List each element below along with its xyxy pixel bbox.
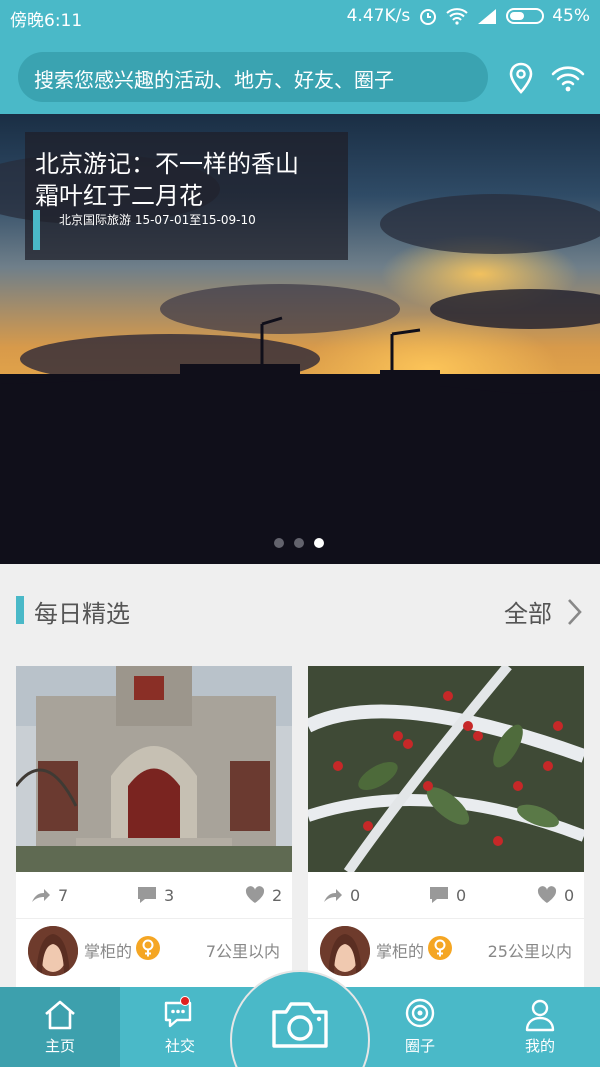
camera-icon — [272, 1002, 328, 1048]
carousel-dot-active[interactable] — [314, 538, 324, 548]
card-divider — [16, 918, 292, 919]
tab-home[interactable]: 主页 — [0, 987, 120, 1067]
share-icon — [324, 889, 342, 902]
heart-icon — [245, 886, 265, 903]
share-icon — [32, 889, 50, 902]
wifi-broadcast-icon[interactable] — [550, 60, 586, 96]
card-divider — [308, 918, 584, 919]
banner-skyline — [0, 316, 600, 564]
app-header: 搜索您感兴趣的活动、地方、好友、圈子 — [0, 34, 600, 114]
card-stats: 7 3 2 — [16, 884, 292, 912]
network-speed: 4.47K/s — [346, 6, 411, 26]
avatar[interactable] — [320, 926, 370, 976]
carousel-dot[interactable] — [274, 538, 284, 548]
like-count[interactable]: 2 — [244, 884, 282, 906]
status-right: 4.47K/s 45% — [347, 6, 590, 26]
comment-icon — [430, 887, 448, 903]
like-count[interactable]: 0 — [536, 884, 574, 906]
snow-berries-photo[interactable] — [308, 666, 584, 872]
distance-label: 25公里以内 — [487, 942, 572, 961]
card-stats: 0 0 0 — [308, 884, 584, 912]
feed-card[interactable]: 7 3 2 掌柜的 7公里以内 — [16, 666, 292, 996]
search-placeholder: 搜索您感兴趣的活动、地方、好友、圈子 — [34, 68, 394, 92]
tab-profile[interactable]: 我的 — [480, 987, 600, 1067]
user-name[interactable]: 掌柜的 — [376, 938, 424, 962]
circle-icon — [405, 998, 435, 1028]
chevron-right-icon[interactable] — [566, 598, 582, 626]
search-input[interactable]: 搜索您感兴趣的活动、地方、好友、圈子 — [18, 52, 488, 102]
user-name[interactable]: 掌柜的 — [84, 938, 132, 962]
banner-accent-bar — [33, 210, 40, 250]
distance-label: 7公里以内 — [205, 942, 280, 961]
building-photo[interactable] — [16, 666, 292, 872]
share-count[interactable]: 7 — [30, 884, 68, 906]
comment-count[interactable]: 3 — [136, 884, 174, 906]
tab-circles[interactable]: 圈子 — [360, 987, 480, 1067]
notification-badge — [180, 996, 190, 1006]
alarm-icon — [420, 9, 437, 25]
heart-icon — [537, 886, 557, 903]
section-accent-bar — [16, 596, 24, 624]
battery-level: 45% — [552, 6, 590, 26]
banner-caption[interactable]: 北京游记：不一样的香山 霜叶红于二月花 北京国际旅游 15-07-01至15-0… — [25, 132, 348, 260]
avatar[interactable] — [28, 926, 78, 976]
location-pin-icon[interactable] — [503, 60, 539, 96]
section-title: 每日精选 — [34, 600, 130, 628]
status-time: 傍晚6:11 — [10, 11, 83, 31]
banner-carousel[interactable]: 北京游记：不一样的香山 霜叶红于二月花 北京国际旅游 15-07-01至15-0… — [0, 114, 600, 564]
female-icon — [136, 936, 160, 960]
camera-button[interactable] — [230, 970, 370, 1067]
home-icon — [45, 1000, 75, 1030]
user-icon — [525, 999, 555, 1032]
status-bar: 傍晚6:11 4.47K/s 45% — [0, 0, 600, 34]
female-icon — [428, 936, 452, 960]
signal-icon — [478, 9, 497, 24]
battery-icon — [506, 8, 545, 24]
carousel-indicator — [274, 538, 324, 548]
comment-count[interactable]: 0 — [428, 884, 466, 906]
carousel-dot[interactable] — [294, 538, 304, 548]
daily-picks-header: 每日精选 全部 — [0, 564, 600, 656]
banner-title-line2: 霜叶红于二月花 — [35, 182, 203, 210]
banner-title-line1: 北京游记：不一样的香山 — [35, 150, 299, 178]
wifi-icon — [446, 8, 468, 25]
share-count[interactable]: 0 — [322, 884, 360, 906]
banner-subtitle: 北京国际旅游 15-07-01至15-09-10 — [59, 213, 256, 227]
comment-icon — [138, 887, 156, 903]
feed-card[interactable]: 0 0 0 掌柜的 25公里以内 — [308, 666, 584, 996]
view-all-link[interactable]: 全部 — [504, 594, 552, 629]
